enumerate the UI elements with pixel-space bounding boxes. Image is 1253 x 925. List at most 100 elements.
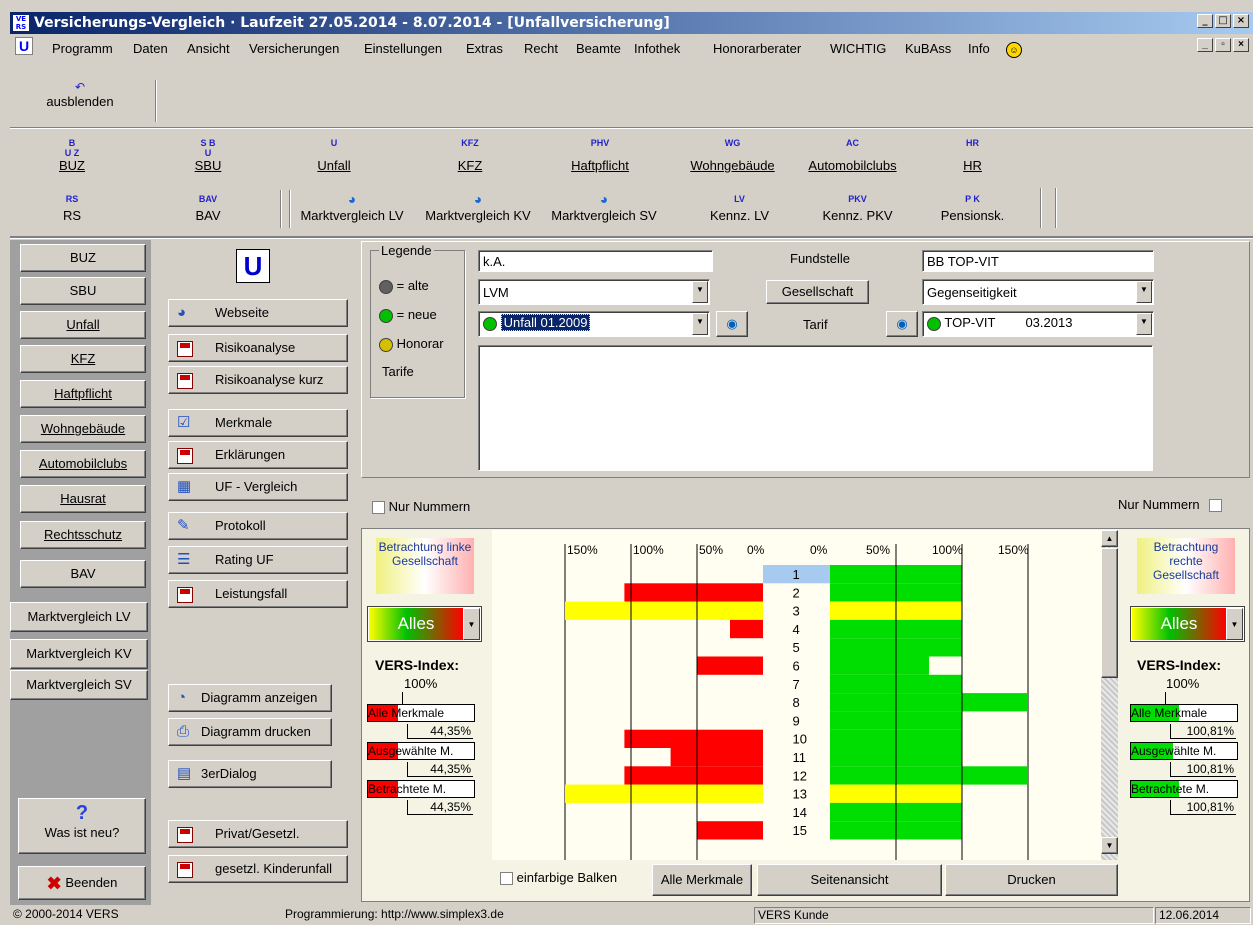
tab-marktvergleich-sv[interactable]: ◕ Marktvergleich SV — [541, 190, 667, 232]
chevron-down-icon[interactable]: ▼ — [1226, 608, 1243, 640]
tab-pensionsk[interactable]: P K Pensionsk. — [910, 190, 1035, 232]
print-button[interactable]: Drucken — [945, 864, 1118, 896]
tab-rs[interactable]: RS RS — [22, 190, 122, 232]
left-tariff-select[interactable]: Unfall 01.2009 ▼ — [478, 311, 710, 337]
nav-wohngebäude[interactable]: Wohngebäude — [20, 415, 146, 443]
mdi-close-button[interactable]: × — [1233, 38, 1249, 52]
nur-nummern-left[interactable]: Nur Nummern — [372, 499, 470, 515]
menu-honorarberater[interactable]: Honorarberater — [713, 40, 801, 58]
chevron-down-icon[interactable]: ▼ — [1136, 313, 1152, 335]
menu-info[interactable]: Info — [968, 40, 990, 58]
exit-button[interactable]: ✖ Beenden — [18, 866, 146, 900]
chart-scrollbar[interactable]: ▲ ▼ — [1101, 530, 1118, 860]
smiley-icon[interactable]: ☺ — [1006, 42, 1022, 58]
menu-programm[interactable]: Programm — [52, 40, 113, 58]
nav-bav[interactable]: BAV — [20, 560, 146, 588]
tariff-notes-box[interactable] — [478, 345, 1153, 471]
action-risikoanalyse[interactable]: Risikoanalyse — [168, 334, 348, 362]
right-search-field[interactable]: BB TOP-VIT — [922, 250, 1154, 272]
menu-wichtig[interactable]: WICHTIG — [830, 40, 886, 58]
tab-kennz-pkv[interactable]: PKV Kennz. PKV — [795, 190, 920, 232]
menu-einstellungen[interactable]: Einstellungen — [364, 40, 442, 58]
menu-extras[interactable]: Extras — [466, 40, 503, 58]
menu-daten[interactable]: Daten — [133, 40, 168, 58]
tab-wohngebäude[interactable]: WG Wohngebäude — [670, 138, 795, 180]
action-risikoanalyse-kurz[interactable]: Risikoanalyse kurz — [168, 366, 348, 394]
nav-marktvergleich-lv[interactable]: Marktvergleich LV — [10, 602, 148, 632]
menu-infothek[interactable]: Infothek — [634, 40, 680, 58]
tab-bav[interactable]: BAV BAV — [158, 190, 258, 232]
tab-kfz[interactable]: KFZ KFZ — [420, 138, 520, 180]
nav-sbu[interactable]: SBU — [20, 277, 146, 305]
nav-hausrat[interactable]: Hausrat — [20, 485, 146, 513]
page-view-button[interactable]: Seitenansicht — [757, 864, 942, 896]
right-filter-select[interactable]: Alles ▼ — [1130, 606, 1245, 642]
hide-button[interactable]: ↶ ausblenden — [40, 80, 120, 122]
nav-buz[interactable]: BUZ — [20, 244, 146, 272]
menu-ansicht[interactable]: Ansicht — [187, 40, 230, 58]
scroll-thumb[interactable] — [1101, 548, 1118, 678]
tab-kennz-lv[interactable]: LV Kennz. LV — [677, 190, 802, 232]
action-diagramm-drucken[interactable]: ⎙ Diagramm drucken — [168, 718, 332, 746]
tab-sbu[interactable]: S B U SBU — [158, 138, 258, 180]
action-privat-gesetzl[interactable]: Privat/Gesetzl. — [168, 820, 348, 848]
tab-marktvergleich-lv[interactable]: ◕ Marktvergleich LV — [289, 190, 415, 232]
mono-bars-option[interactable]: einfarbige Balken — [500, 870, 617, 886]
all-features-button[interactable]: Alle Merkmale — [652, 864, 752, 896]
nur-nummern-right[interactable]: Nur Nummern — [1118, 497, 1223, 513]
tab-marktvergleich-kv[interactable]: ◕ Marktvergleich KV — [415, 190, 541, 232]
view-right-tariff-button[interactable]: ◉ — [886, 311, 918, 337]
action-gesetzl-kinderunfall[interactable]: gesetzl. Kinderunfall — [168, 855, 348, 883]
mdi-minimize-button[interactable]: _ — [1197, 38, 1213, 52]
action-webseite[interactable]: ◕ Webseite — [168, 299, 348, 327]
scroll-down-button[interactable]: ▼ — [1101, 837, 1118, 854]
menu-kubass[interactable]: KuBAss — [905, 40, 951, 58]
chevron-down-icon[interactable]: ▼ — [463, 608, 480, 640]
whats-new-button[interactable]: ? Was ist neu? — [18, 798, 146, 854]
nav-haftpflicht[interactable]: Haftpflicht — [20, 380, 146, 408]
action-3erdialog[interactable]: ▤ 3erDialog — [168, 760, 332, 788]
menu-recht[interactable]: Recht — [524, 40, 558, 58]
right-tariff-select[interactable]: TOP-VIT 03.2013 ▼ — [922, 311, 1154, 337]
action-merkmale[interactable]: ☑ Merkmale — [168, 409, 348, 437]
nav-kfz[interactable]: KFZ — [20, 345, 146, 373]
menu-beamte[interactable]: Beamte — [576, 40, 621, 58]
left-index-base: 100% — [404, 676, 438, 691]
nav-unfall[interactable]: Unfall — [20, 311, 146, 339]
app-u-icon[interactable]: U — [15, 37, 33, 55]
tab-haftpflicht[interactable]: PHV Haftpflicht — [550, 138, 650, 180]
checkbox[interactable] — [500, 872, 513, 886]
menu-versicherungen[interactable]: Versicherungen — [249, 40, 339, 58]
action-rating-uf[interactable]: ☰ Rating UF — [168, 546, 348, 574]
action-leistungsfall[interactable]: Leistungsfall — [168, 580, 348, 608]
nav-marktvergleich-sv[interactable]: Marktvergleich SV — [10, 670, 148, 700]
nav-marktvergleich-kv[interactable]: Marktvergleich KV — [10, 639, 148, 669]
checkbox[interactable] — [372, 501, 385, 515]
chevron-down-icon[interactable]: ▼ — [692, 313, 708, 335]
mdi-restore-button[interactable]: ▫ — [1215, 38, 1231, 52]
tab-hr[interactable]: HR HR — [910, 138, 1035, 180]
minimize-button[interactable]: _ — [1197, 14, 1213, 28]
action-erklärungen[interactable]: Erklärungen — [168, 441, 348, 469]
chevron-down-icon[interactable]: ▼ — [692, 281, 708, 303]
gesellschaft-button[interactable]: Gesellschaft — [766, 280, 869, 304]
close-button[interactable]: × — [1233, 14, 1249, 28]
tab-buz[interactable]: B U Z BUZ — [22, 138, 122, 180]
nav-rechtsschutz[interactable]: Rechtsschutz — [20, 521, 146, 549]
left-filter-select[interactable]: Alles ▼ — [367, 606, 482, 642]
tab-unfall[interactable]: U Unfall — [284, 138, 384, 180]
maximize-button[interactable]: □ — [1215, 14, 1231, 28]
right-company-select[interactable]: Gegenseitigkeit ▼ — [922, 279, 1154, 305]
left-company-select[interactable]: LVM ▼ — [478, 279, 710, 305]
left-search-field[interactable]: k.A. — [478, 250, 713, 272]
checkbox[interactable] — [1209, 499, 1223, 513]
tab-automobilclubs[interactable]: AC Automobilclubs — [790, 138, 915, 180]
view-left-tariff-button[interactable]: ◉ — [716, 311, 748, 337]
comparison-chart: 150% 100% 50% 0% 0% 50% 100% 150% 1 2 3 4 5 6 7 8 9 10 11 1… — [492, 530, 1101, 860]
nav-automobilclubs[interactable]: Automobilclubs — [20, 450, 146, 478]
action-diagramm-anzeigen[interactable]: ◔ Diagramm anzeigen — [168, 684, 332, 712]
chevron-down-icon[interactable]: ▼ — [1136, 281, 1152, 303]
action-protokoll[interactable]: ✎ Protokoll — [168, 512, 348, 540]
scroll-up-button[interactable]: ▲ — [1101, 530, 1118, 547]
action-uf-vergleich[interactable]: ▦ UF - Vergleich — [168, 473, 348, 501]
